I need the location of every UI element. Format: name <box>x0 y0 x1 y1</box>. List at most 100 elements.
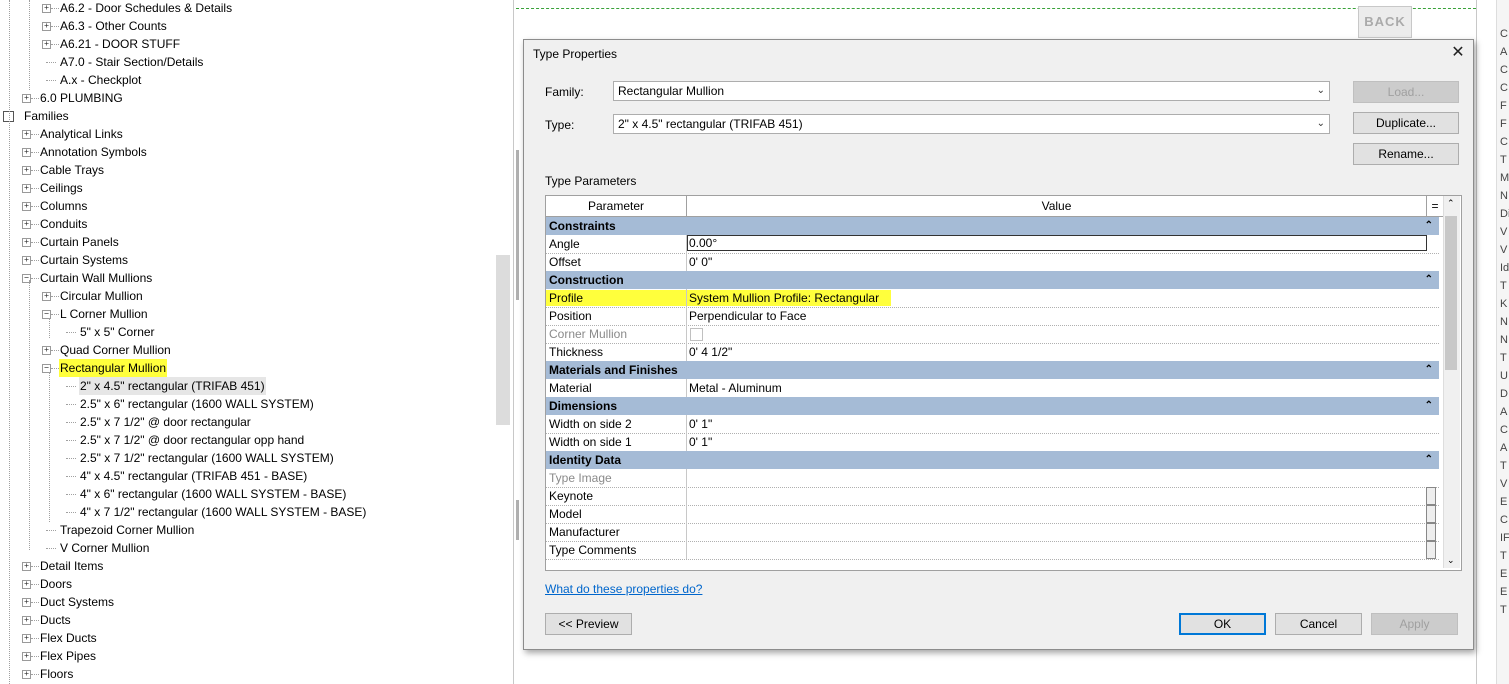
tree-item[interactable]: + Circular Mullion <box>0 287 496 305</box>
collapse-chevron-icon[interactable]: ⌃ <box>1425 217 1433 235</box>
expand-icon[interactable]: + <box>22 256 31 265</box>
tree-item[interactable]: 4" x 4.5" rectangular (TRIFAB 451 - BASE… <box>0 467 496 485</box>
parameter-group-header[interactable]: Constraints ⌃ <box>546 217 1439 235</box>
expand-icon[interactable]: + <box>22 148 31 157</box>
expand-icon[interactable]: + <box>22 634 31 643</box>
expand-icon[interactable]: + <box>22 220 31 229</box>
tree-item[interactable]: 2.5" x 6" rectangular (1600 WALL SYSTEM) <box>0 395 496 413</box>
tree-item[interactable]: 2.5" x 7 1/2" @ door rectangular <box>0 413 496 431</box>
collapse-chevron-icon[interactable]: ⌃ <box>1425 361 1433 379</box>
field-scroll-handle[interactable] <box>1426 505 1436 523</box>
expand-icon[interactable]: + <box>22 652 31 661</box>
expand-icon[interactable]: + <box>42 22 51 31</box>
tree-item[interactable]: + Ducts <box>0 611 496 629</box>
parameter-row[interactable]: Offset 0' 0" <box>546 253 1439 272</box>
parameter-row[interactable]: Width on side 1 0' 1" <box>546 433 1439 452</box>
parameter-row[interactable]: Type Image <box>546 469 1439 488</box>
parameter-row[interactable]: Angle 0.00° <box>546 235 1439 254</box>
grid-scroll-thumb[interactable] <box>1445 216 1457 370</box>
parameter-row[interactable]: Manufacturer <box>546 523 1439 542</box>
tree-item[interactable]: + Curtain Panels <box>0 233 496 251</box>
parameter-value-input[interactable]: 0.00° <box>687 235 1427 251</box>
expand-icon[interactable]: + <box>22 238 31 247</box>
collapse-chevron-icon[interactable]: ⌃ <box>1425 397 1433 415</box>
tree-item[interactable]: + Columns <box>0 197 496 215</box>
expand-icon[interactable]: + <box>22 166 31 175</box>
tree-item[interactable]: − L Corner Mullion <box>0 305 496 323</box>
family-select[interactable]: Rectangular Mullion ⌄ <box>613 81 1330 101</box>
field-scroll-handle[interactable] <box>1426 487 1436 505</box>
load-button[interactable]: Load... <box>1353 81 1459 103</box>
parameter-row[interactable]: Material Metal - Aluminum <box>546 379 1439 398</box>
expand-icon[interactable]: + <box>22 184 31 193</box>
expand-icon[interactable]: + <box>42 40 51 49</box>
parameter-row[interactable]: Profile System Mullion Profile: Rectangul… <box>546 289 1439 308</box>
parameter-row[interactable]: Model <box>546 505 1439 524</box>
parameter-row[interactable]: Type Comments <box>546 541 1439 560</box>
field-scroll-handle[interactable] <box>1426 523 1436 541</box>
close-icon[interactable]: ✕ <box>1449 44 1467 62</box>
tree-item[interactable]: + Floors <box>0 665 496 683</box>
tree-item[interactable]: + Doors <box>0 575 496 593</box>
preview-button[interactable]: << Preview <box>545 613 632 635</box>
scroll-down-icon[interactable]: ⌄ <box>1447 555 1455 566</box>
duplicate-button[interactable]: Duplicate... <box>1353 112 1459 134</box>
expand-icon[interactable]: + <box>42 292 51 301</box>
tree-item[interactable]: + A6.21 - DOOR STUFF <box>0 35 496 53</box>
tree-item[interactable]: − Rectangular Mullion <box>0 359 496 377</box>
parameter-row[interactable]: Width on side 2 0' 1" <box>546 415 1439 434</box>
rename-button[interactable]: Rename... <box>1353 143 1459 165</box>
tree-item[interactable]: − Curtain Wall Mullions <box>0 269 496 287</box>
parameter-group-header[interactable]: Dimensions ⌃ <box>546 397 1439 415</box>
expand-icon[interactable]: + <box>42 346 51 355</box>
tree-item[interactable]: 4" x 7 1/2" rectangular (1600 WALL SYSTE… <box>0 503 496 521</box>
field-scroll-handle[interactable] <box>1426 541 1436 559</box>
expand-icon[interactable]: + <box>22 94 31 103</box>
parameter-row[interactable]: Keynote <box>546 487 1439 506</box>
tree-item[interactable]: + Cable Trays <box>0 161 496 179</box>
expand-icon[interactable]: + <box>22 562 31 571</box>
tree-item[interactable]: + Duct Systems <box>0 593 496 611</box>
tree-item[interactable]: + Conduits <box>0 215 496 233</box>
tree-item[interactable]: 2.5" x 7 1/2" @ door rectangular opp han… <box>0 431 496 449</box>
parameter-group-header[interactable]: Identity Data ⌃ <box>546 451 1439 469</box>
expand-icon[interactable]: + <box>22 130 31 139</box>
tree-item[interactable]: 5" x 5" Corner <box>0 323 496 341</box>
tree-item[interactable]: + Detail Items <box>0 557 496 575</box>
ok-button[interactable]: OK <box>1179 613 1266 635</box>
tree-item[interactable]: 2" x 4.5" rectangular (TRIFAB 451) <box>0 377 496 395</box>
tree-item[interactable]: + Flex Ducts <box>0 629 496 647</box>
parameter-group-header[interactable]: Materials and Finishes ⌃ <box>546 361 1439 379</box>
expand-icon[interactable]: + <box>22 616 31 625</box>
tree-item[interactable]: +6.0 PLUMBING <box>0 89 496 107</box>
tree-item[interactable]: A.x - Checkplot <box>0 71 496 89</box>
back-button[interactable]: BACK <box>1358 6 1412 38</box>
parameter-group-header[interactable]: Construction ⌃ <box>546 271 1439 289</box>
column-header-value[interactable]: Value <box>687 196 1427 216</box>
tree-item[interactable]: V Corner Mullion <box>0 539 496 557</box>
parameter-row[interactable]: Thickness 0' 4 1/2" <box>546 343 1439 362</box>
tree-item[interactable]: + Curtain Systems <box>0 251 496 269</box>
tree-item[interactable]: + Ceilings <box>0 179 496 197</box>
column-header-eq[interactable]: = <box>1427 196 1443 216</box>
scroll-up-icon[interactable]: ⌃ <box>1447 198 1455 209</box>
column-header-parameter[interactable]: Parameter <box>546 196 687 216</box>
tree-item[interactable]: + Analytical Links <box>0 125 496 143</box>
tree-item[interactable]: + Flex Pipes <box>0 647 496 665</box>
expand-icon[interactable]: + <box>22 670 31 679</box>
tree-item[interactable]: + A6.3 - Other Counts <box>0 17 496 35</box>
expand-icon[interactable]: + <box>22 598 31 607</box>
tree-item[interactable]: 4" x 6" rectangular (1600 WALL SYSTEM - … <box>0 485 496 503</box>
tree-scrollbar[interactable] <box>496 255 510 425</box>
help-link[interactable]: What do these properties do? <box>545 582 702 596</box>
type-select[interactable]: 2" x 4.5" rectangular (TRIFAB 451) ⌄ <box>613 114 1330 134</box>
cancel-button[interactable]: Cancel <box>1275 613 1362 635</box>
expand-icon[interactable]: + <box>22 202 31 211</box>
tree-item[interactable]: Trapezoid Corner Mullion <box>0 521 496 539</box>
tree-item[interactable]: 2.5" x 7 1/2" rectangular (1600 WALL SYS… <box>0 449 496 467</box>
tree-item[interactable]: + A6.2 - Door Schedules & Details <box>0 0 496 17</box>
collapse-chevron-icon[interactable]: ⌃ <box>1425 451 1433 469</box>
parameter-row[interactable]: Corner Mullion <box>546 325 1439 344</box>
collapse-chevron-icon[interactable]: ⌃ <box>1425 271 1433 289</box>
tree-item[interactable]: + Annotation Symbols <box>0 143 496 161</box>
